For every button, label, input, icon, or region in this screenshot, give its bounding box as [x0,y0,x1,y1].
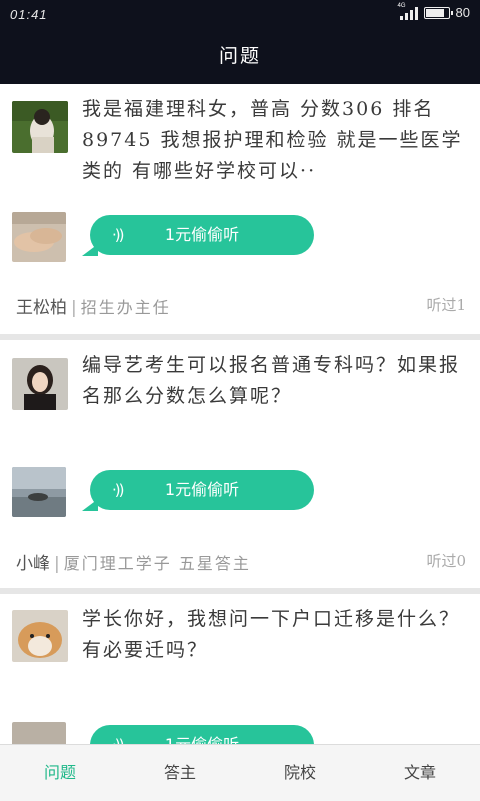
tab-questions[interactable]: 问题 [0,745,120,801]
network-type: 4G [397,2,406,9]
question-card[interactable]: 学长你好，我想问一下户口迁移是什么？有必要迁吗？ ·)) 1元偷偷听 [0,594,480,744]
question-text[interactable]: 编导艺考生可以报名普通专科吗？如果报名那么分数怎么算呢？ [82,350,467,412]
tab-articles[interactable]: 文章 [360,745,480,801]
battery-level: 80 [455,5,470,20]
asker-avatar [12,101,68,153]
question-text[interactable]: 我是福建理科女，普高 分数306 排名89745 我想报护理和检验 就是一些医学… [82,94,467,187]
answerer-name: 王松柏 [16,298,67,318]
listen-button[interactable]: ·)) 1元偷偷听 [90,725,314,744]
answerer-info[interactable]: 小峰 | 厦门理工学子 五星答主 [16,549,251,574]
answerer-role: 招生办主任 [80,298,171,317]
voice-wave-icon: ·)) [112,481,125,499]
question-card[interactable]: 编导艺考生可以报名普通专科吗？如果报名那么分数怎么算呢？ ·)) 1元偷偷听 小… [0,340,480,588]
listen-button-label: 1元偷偷听 [165,735,239,744]
page-title: 问题 [0,28,480,84]
tab-answerers[interactable]: 答主 [120,745,240,801]
listen-button-label: 1元偷偷听 [164,480,240,499]
answerer-avatar [12,212,66,262]
status-right: 4G 80 [397,2,470,21]
answerer-name: 小峰 [16,554,50,574]
listen-button[interactable]: ·)) 1元偷偷听 [82,470,314,511]
tab-colleges[interactable]: 院校 [240,745,360,801]
question-text[interactable]: 学长你好，我想问一下户口迁移是什么？有必要迁吗？ [82,604,467,666]
bottom-tab-bar: 问题 答主 院校 文章 [0,744,480,801]
battery-icon [423,6,453,19]
asker-avatar [12,358,68,410]
listen-button[interactable]: ·)) 1元偷偷听 [82,215,314,256]
voice-wave-icon: ·)) [112,725,125,744]
status-bar: 01:41 4G 80 [0,0,480,28]
heard-count: 听过0 [426,552,466,570]
listen-button-label: 1元偷偷听 [164,225,240,244]
question-card[interactable]: 我是福建理科女，普高 分数306 排名89745 我想报护理和检验 就是一些医学… [0,84,480,334]
answerer-info[interactable]: 王松柏 | 招生办主任 [16,293,171,318]
answerer-role: 厦门理工学子 五星答主 [63,554,251,573]
answerer-avatar [12,722,66,744]
asker-avatar [12,610,68,662]
signal-icon: 4G [397,2,418,20]
answerer-avatar [12,467,66,517]
status-time: 01:41 [10,7,48,22]
heard-count: 听过1 [426,296,466,314]
voice-wave-icon: ·)) [112,226,125,244]
question-feed[interactable]: 我是福建理科女，普高 分数306 排名89745 我想报护理和检验 就是一些医学… [0,84,480,744]
